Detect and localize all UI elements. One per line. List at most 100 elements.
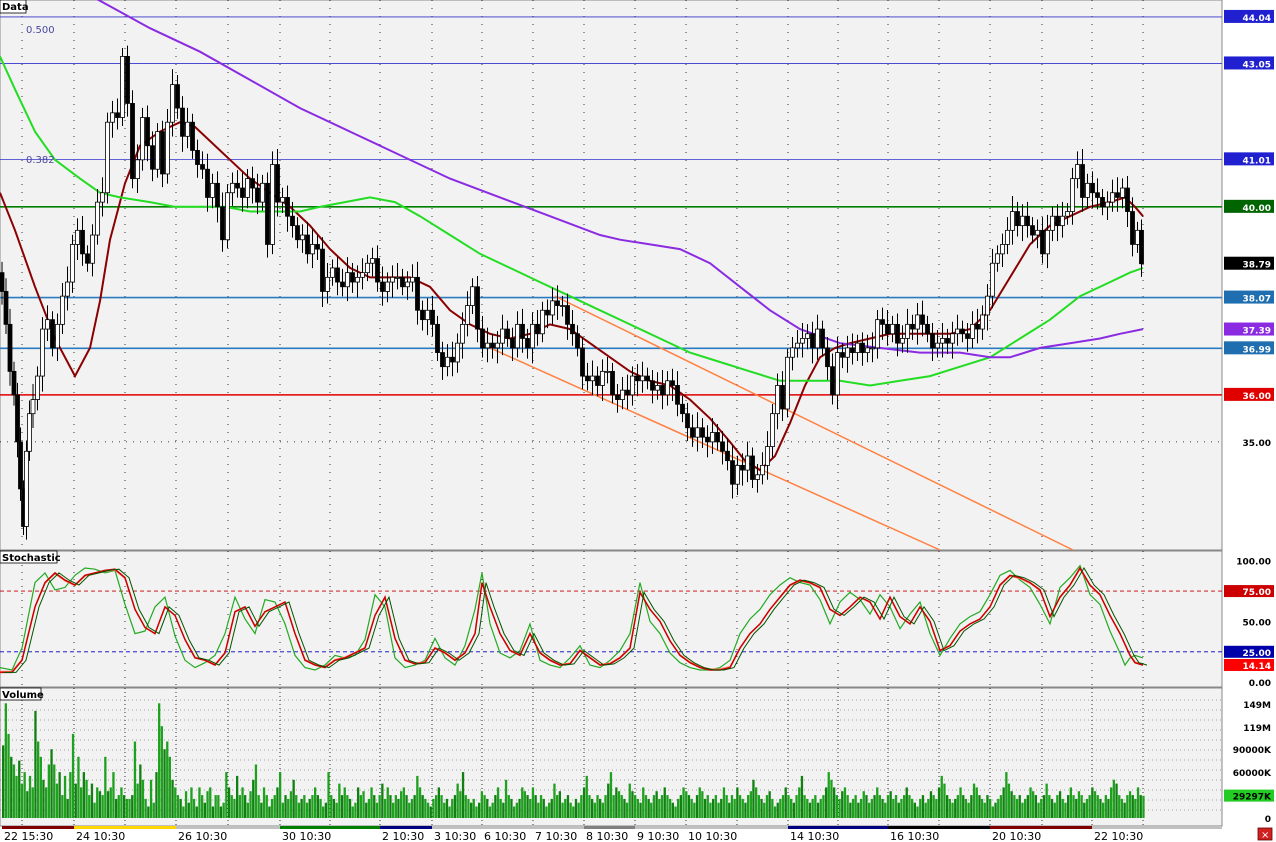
volume-bar xyxy=(327,772,330,818)
volume-bar xyxy=(975,787,978,818)
volume-bar xyxy=(386,787,389,818)
candle-body xyxy=(455,342,460,363)
candle-body xyxy=(620,389,625,400)
candle-body xyxy=(285,197,290,217)
volume-bar xyxy=(176,795,180,818)
volume-bar xyxy=(499,798,502,818)
candle-body xyxy=(995,253,1000,264)
candle-body xyxy=(1105,201,1110,208)
chart-svg[interactable]: 35.00 44.04 43.05 41.01 40.00 38.79 38.07 37.39… xyxy=(0,0,1276,842)
candle-body xyxy=(110,112,115,123)
x-axis-strip xyxy=(533,826,584,829)
candle-body xyxy=(845,347,850,358)
volume-bar xyxy=(747,795,750,818)
volume-bar xyxy=(1024,798,1027,818)
volume-bar xyxy=(717,802,720,818)
volume-bar xyxy=(623,798,626,818)
candle-body xyxy=(570,323,575,335)
volume-bar xyxy=(577,802,580,818)
candle-body xyxy=(515,323,520,349)
volume-bar xyxy=(1131,795,1134,818)
volume-bar xyxy=(289,791,293,818)
volume-bar xyxy=(58,772,61,818)
candle-body xyxy=(140,117,145,161)
volume-bar xyxy=(580,795,583,818)
candle-body xyxy=(785,356,790,410)
volume-bar xyxy=(426,802,430,818)
volume-bar xyxy=(254,764,258,818)
candle-body xyxy=(425,309,430,321)
volume-bar xyxy=(367,798,371,818)
candle-body xyxy=(530,323,535,349)
candle-body xyxy=(85,253,90,264)
candle-body xyxy=(680,403,685,415)
candle-body xyxy=(275,164,280,203)
volume-bar xyxy=(101,795,104,818)
candle-body xyxy=(910,323,915,330)
volume-bar xyxy=(994,802,997,818)
candle-body xyxy=(660,385,665,396)
candle-body xyxy=(255,187,260,203)
volume-bar xyxy=(682,787,685,818)
volume-bar xyxy=(523,791,526,818)
candle-body xyxy=(955,328,960,335)
volume-bar xyxy=(63,775,67,818)
candle-body xyxy=(155,131,160,170)
volume-bar xyxy=(1096,795,1099,818)
volume-bar xyxy=(970,795,973,818)
volume-bar xyxy=(800,775,804,818)
volume-bar xyxy=(394,795,397,818)
volume-axis-tick: 149M xyxy=(1243,701,1271,711)
volume-bar xyxy=(1123,802,1126,818)
candle-body xyxy=(1115,192,1120,198)
candle-body xyxy=(495,342,500,349)
candle-body xyxy=(280,197,285,203)
candle-body xyxy=(340,281,345,288)
price-panel[interactable] xyxy=(0,0,1223,551)
volume-bar xyxy=(461,772,465,818)
candle-body xyxy=(490,342,495,349)
volume-bar xyxy=(273,795,276,818)
volume-bar xyxy=(1099,798,1102,818)
volume-bar xyxy=(351,806,354,818)
volume-bar xyxy=(1088,795,1091,818)
candle-body xyxy=(320,248,325,292)
candle-body xyxy=(1020,215,1025,227)
volume-bar xyxy=(98,791,102,818)
candle-body xyxy=(805,333,810,339)
volume-bar xyxy=(152,802,155,818)
volume-bar xyxy=(268,806,271,818)
candle-body xyxy=(615,394,620,400)
volume-bar xyxy=(435,795,438,818)
candle-body xyxy=(665,380,670,396)
volume-bar xyxy=(776,802,779,818)
volume-bar xyxy=(900,798,903,818)
volume-bar xyxy=(1058,791,1062,818)
volume-bar xyxy=(133,741,137,818)
candle-body xyxy=(70,244,75,283)
volume-bar xyxy=(174,787,177,818)
price-tag-label: 38.79 xyxy=(1243,261,1271,271)
candle-body xyxy=(880,319,885,325)
stochastic-panel[interactable] xyxy=(0,550,1223,688)
candle-body xyxy=(920,314,925,325)
candle-body xyxy=(120,56,125,118)
volume-bar xyxy=(128,798,131,818)
candle-body xyxy=(150,145,155,170)
candle-body xyxy=(1000,244,1005,255)
candle-body xyxy=(180,107,185,137)
volume-bar xyxy=(179,798,182,818)
volume-bar xyxy=(416,775,419,818)
candle-body xyxy=(450,356,455,363)
volume-bar xyxy=(236,775,239,818)
volume-bar xyxy=(908,795,911,818)
volume-bar xyxy=(445,798,449,818)
candle-body xyxy=(760,464,765,476)
volume-bar xyxy=(211,806,215,818)
x-axis-strip xyxy=(2,826,74,829)
volume-bar xyxy=(878,795,881,818)
candle-body xyxy=(505,328,510,339)
candle-body xyxy=(1100,197,1105,208)
volume-bar xyxy=(816,802,820,818)
volume-bar xyxy=(71,733,75,818)
